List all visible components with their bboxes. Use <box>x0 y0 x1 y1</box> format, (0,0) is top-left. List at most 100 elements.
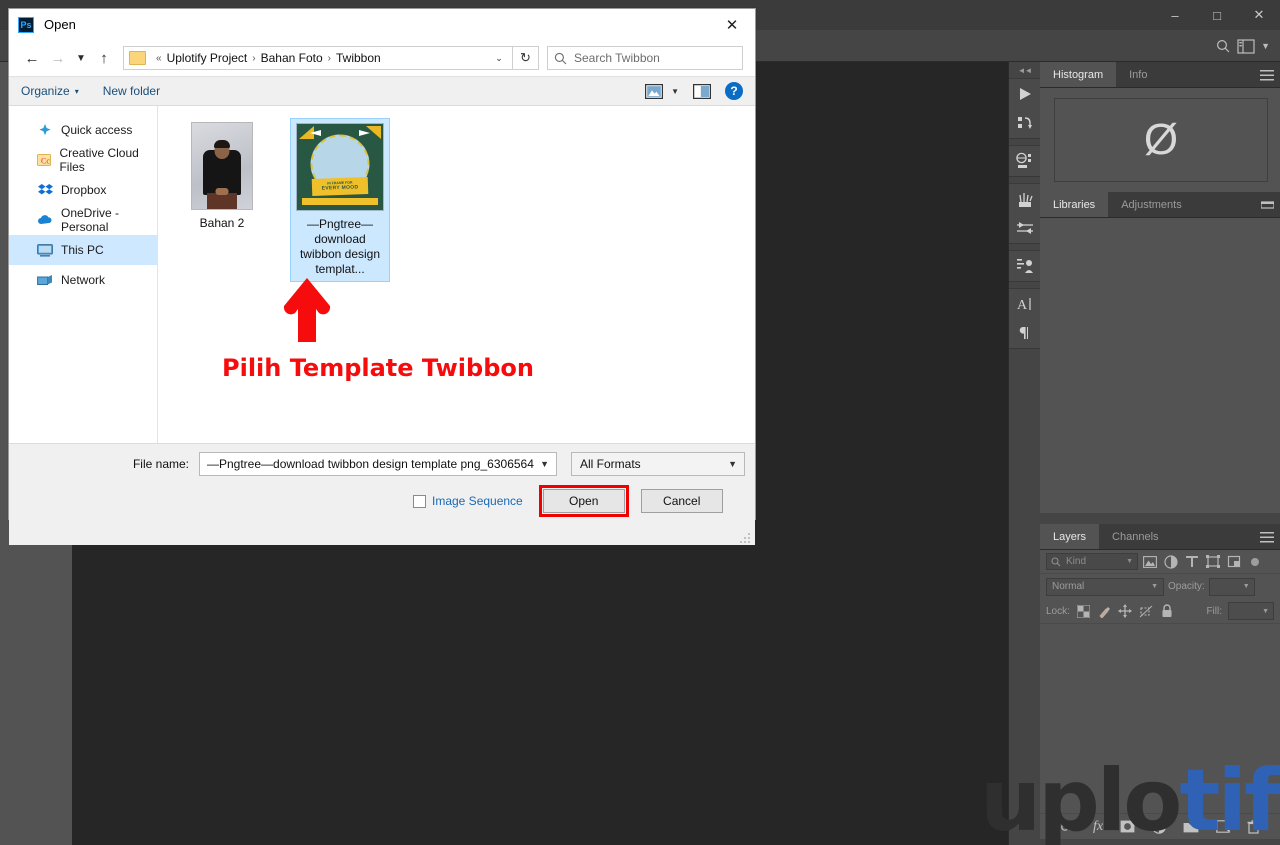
breadcrumb-item-0[interactable]: Uplotify Project <box>167 51 248 65</box>
minimize-icon[interactable]: – <box>1154 0 1196 30</box>
open-button[interactable]: Open <box>542 489 625 513</box>
resize-grip-icon[interactable] <box>740 531 751 543</box>
thumbnail-wrap <box>176 122 268 210</box>
new-group-icon[interactable] <box>1183 820 1199 833</box>
shape-filter-icon[interactable] <box>1203 553 1222 571</box>
layer-mask-icon[interactable] <box>1120 820 1135 833</box>
image-sequence-option[interactable]: Image Sequence <box>413 494 523 508</box>
breadcrumb[interactable]: « Uplotify Project › Bahan Foto › Twibbo… <box>123 46 513 70</box>
opacity-field[interactable]: ▼ <box>1208 577 1255 596</box>
3d-icon[interactable] <box>1012 150 1038 172</box>
pin-icon <box>37 122 53 138</box>
tab-libraries[interactable]: Libraries <box>1040 192 1109 217</box>
view-dropdown-caret[interactable]: ▼ <box>671 87 679 96</box>
character-icon[interactable]: A <box>1012 293 1038 315</box>
lock-transparent-pixels-icon[interactable] <box>1076 604 1091 619</box>
play-icon[interactable] <box>1012 83 1038 105</box>
breadcrumb-item-2[interactable]: Twibbon <box>336 51 381 65</box>
file-name-input[interactable]: —Pngtree—download twibbon design templat… <box>199 452 557 476</box>
blend-mode-select[interactable]: Normal ▼ <box>1046 577 1164 596</box>
chevron-down-icon: ▼ <box>1242 583 1250 590</box>
arrow-left-icon[interactable]: ← <box>19 45 45 71</box>
smart-object-filter-icon[interactable] <box>1224 553 1243 571</box>
arrow-up-icon[interactable]: ↑ <box>91 45 117 71</box>
layer-filter-kind-select[interactable]: Kind ▼ <box>1046 553 1138 570</box>
close-icon[interactable]: ✕ <box>709 9 755 40</box>
file-format-select[interactable]: All Formats ▼ <box>571 452 745 476</box>
image-sequence-checkbox[interactable] <box>413 494 426 508</box>
search-input[interactable]: Search Twibbon <box>547 46 743 70</box>
chevron-down-icon[interactable]: ▼ <box>1261 41 1276 51</box>
lock-image-pixels-icon[interactable] <box>1097 604 1112 619</box>
dialog-titlebar: Ps Open ✕ <box>9 9 755 40</box>
lock-artboard-nesting-icon[interactable] <box>1139 604 1154 619</box>
layers-panel-menu-icon[interactable] <box>1260 524 1274 550</box>
organize-label: Organize <box>21 84 70 98</box>
file-item-bahan-2[interactable]: Bahan 2 <box>172 118 272 235</box>
lock-all-icon[interactable] <box>1160 604 1175 619</box>
dropbox-icon <box>37 182 53 198</box>
new-folder-button[interactable]: New folder <box>103 84 160 98</box>
view-layout-icon[interactable] <box>645 83 664 99</box>
adjustment-filter-icon[interactable] <box>1161 553 1180 571</box>
screen: – □ ✕ ▼ ◄◄ A Histogram Info Ø Libraries … <box>0 0 1280 845</box>
chevron-down-icon[interactable]: ▼ <box>537 459 552 469</box>
delete-layer-icon[interactable] <box>1247 819 1260 834</box>
chevron-down-icon[interactable]: ▼ <box>71 45 91 71</box>
sidebar-item-label: This PC <box>61 243 104 257</box>
arrow-right-icon[interactable]: → <box>45 45 71 71</box>
search-icon[interactable] <box>1215 38 1231 54</box>
sidebar-item-dropbox[interactable]: Dropbox <box>9 175 157 205</box>
panel-menu-icon[interactable] <box>1260 62 1274 88</box>
tab-histogram[interactable]: Histogram <box>1040 62 1117 87</box>
brush-presets-icon[interactable] <box>1012 188 1038 210</box>
paragraph-icon[interactable] <box>1012 322 1038 344</box>
libraries-panel-menu-icon[interactable] <box>1261 192 1274 218</box>
breadcrumb-item-1[interactable]: Bahan Foto <box>261 51 323 65</box>
sidebar-item-quick-access[interactable]: Quick access <box>9 115 157 145</box>
tab-adjustments[interactable]: Adjustments <box>1108 192 1195 217</box>
sidebar-item-this-pc[interactable]: This PC <box>9 235 157 265</box>
adjustment-layer-icon[interactable] <box>1152 819 1166 834</box>
pixel-filter-icon[interactable] <box>1140 553 1159 571</box>
new-layer-icon[interactable] <box>1216 820 1230 833</box>
preview-pane-icon[interactable] <box>693 83 711 99</box>
file-format-value: All Formats <box>580 457 641 471</box>
sidebar-item-label: Quick access <box>61 123 133 137</box>
collapse-panels-icon[interactable]: ◄◄ <box>1009 62 1040 78</box>
this-pc-icon <box>37 242 53 258</box>
lock-position-icon[interactable] <box>1118 604 1133 619</box>
sidebar-item-creative-cloud-files[interactable]: Cc Creative Cloud Files <box>9 145 157 175</box>
fill-field[interactable]: ▼ <box>1228 602 1274 620</box>
refresh-icon[interactable]: ↻ <box>513 46 539 70</box>
cancel-button[interactable]: Cancel <box>640 489 723 513</box>
tab-info[interactable]: Info <box>1116 62 1161 87</box>
styles-icon[interactable] <box>1012 255 1038 277</box>
tab-layers[interactable]: Layers <box>1040 524 1100 549</box>
file-item-twibbon-template[interactable]: IN FRAME FOR EVERY MOOD —Pngtree—downloa… <box>290 118 390 282</box>
chevron-down-icon[interactable]: ▼ <box>725 459 740 469</box>
workspace-icon[interactable] <box>1237 38 1255 54</box>
file-list-area[interactable]: Bahan 2 IN FRAME FOR EVERY MOOD —Pngtree… <box>158 106 755 443</box>
twibbon-corner-left <box>299 126 314 139</box>
link-layers-icon[interactable] <box>1060 821 1076 833</box>
type-filter-icon[interactable] <box>1182 553 1201 571</box>
dialog-main: Quick access Cc Creative Cloud Files Dro… <box>9 106 755 443</box>
close-icon[interactable]: ✕ <box>1238 0 1280 30</box>
filter-toggle-icon[interactable] <box>1245 553 1264 571</box>
layer-style-fx-icon[interactable]: fx <box>1093 819 1103 835</box>
help-icon[interactable]: ? <box>725 82 743 100</box>
sidebar-item-onedrive-personal[interactable]: OneDrive - Personal <box>9 205 157 235</box>
breadcrumb-dropdown-icon[interactable]: ⌄ <box>488 53 510 64</box>
navigation-sidebar: Quick access Cc Creative Cloud Files Dro… <box>9 106 158 443</box>
organize-button[interactable]: Organize ▾ <box>21 84 79 98</box>
tab-channels[interactable]: Channels <box>1099 524 1172 549</box>
sliders-icon[interactable] <box>1012 217 1038 239</box>
actions-icon[interactable] <box>1012 112 1038 134</box>
chevron-down-icon: ▼ <box>1262 607 1269 615</box>
sidebar-item-network[interactable]: Network <box>9 265 157 295</box>
twibbon-thumbnail: IN FRAME FOR EVERY MOOD <box>296 123 384 211</box>
window-controls: – □ ✕ <box>1154 0 1280 30</box>
maximize-icon[interactable]: □ <box>1196 0 1238 30</box>
layers-list[interactable] <box>1040 623 1280 813</box>
